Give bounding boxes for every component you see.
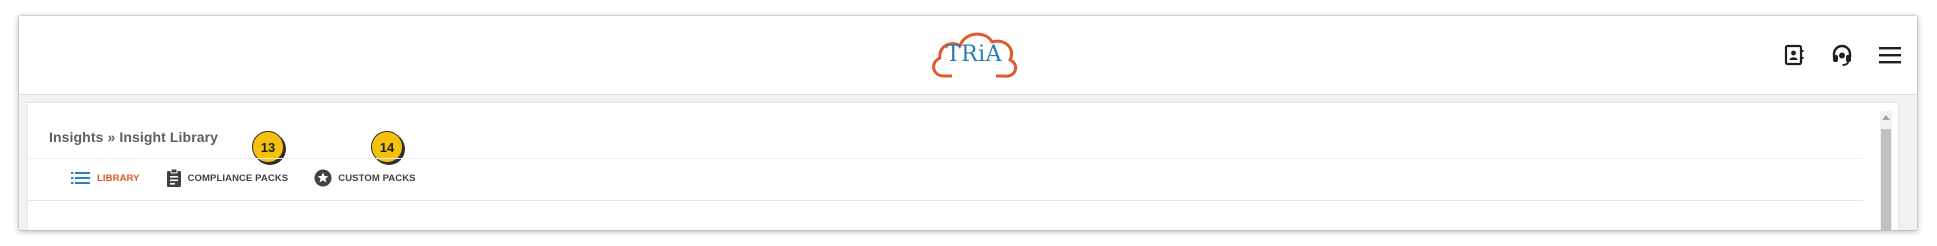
list-icon	[71, 171, 91, 185]
headset-icon[interactable]	[1825, 38, 1859, 72]
app-window: TRiA Insights » Insight Library 13 14 LI…	[19, 16, 1917, 230]
header-actions	[1763, 38, 1907, 72]
tria-logo[interactable]: TRiA	[926, 22, 1022, 88]
breadcrumb[interactable]: Insights » Insight Library	[49, 129, 218, 145]
tab-library-label: LIBRARY	[97, 172, 140, 184]
tab-library[interactable]: LIBRARY	[71, 163, 140, 193]
tab-compliance-packs-label: COMPLIANCE PACKS	[187, 172, 289, 184]
tab-custom-packs-label: CUSTOM PACKS	[338, 172, 416, 184]
tab-custom-packs[interactable]: CUSTOM PACKS	[314, 163, 416, 193]
logo-text: TRiA	[945, 42, 1003, 67]
vertical-scrollbar[interactable]	[1880, 111, 1892, 230]
insight-library-card: Insights » Insight Library 13 14 LIBRARY	[27, 102, 1899, 230]
divider	[28, 158, 1863, 159]
pack-tabs: LIBRARY COMPLIANCE PACKS CUSTOM PACKS	[71, 163, 442, 193]
top-bar: TRiA	[19, 16, 1917, 95]
scroll-thumb[interactable]	[1881, 129, 1891, 230]
tab-compliance-packs[interactable]: COMPLIANCE PACKS	[166, 163, 289, 193]
clipboard-icon	[166, 168, 182, 188]
star-circle-icon	[314, 169, 332, 187]
tabs-underline	[28, 200, 1863, 201]
contact-book-icon[interactable]	[1777, 38, 1811, 72]
scroll-up-arrow-icon[interactable]	[1882, 115, 1890, 120]
hamburger-menu-icon[interactable]	[1873, 38, 1907, 72]
